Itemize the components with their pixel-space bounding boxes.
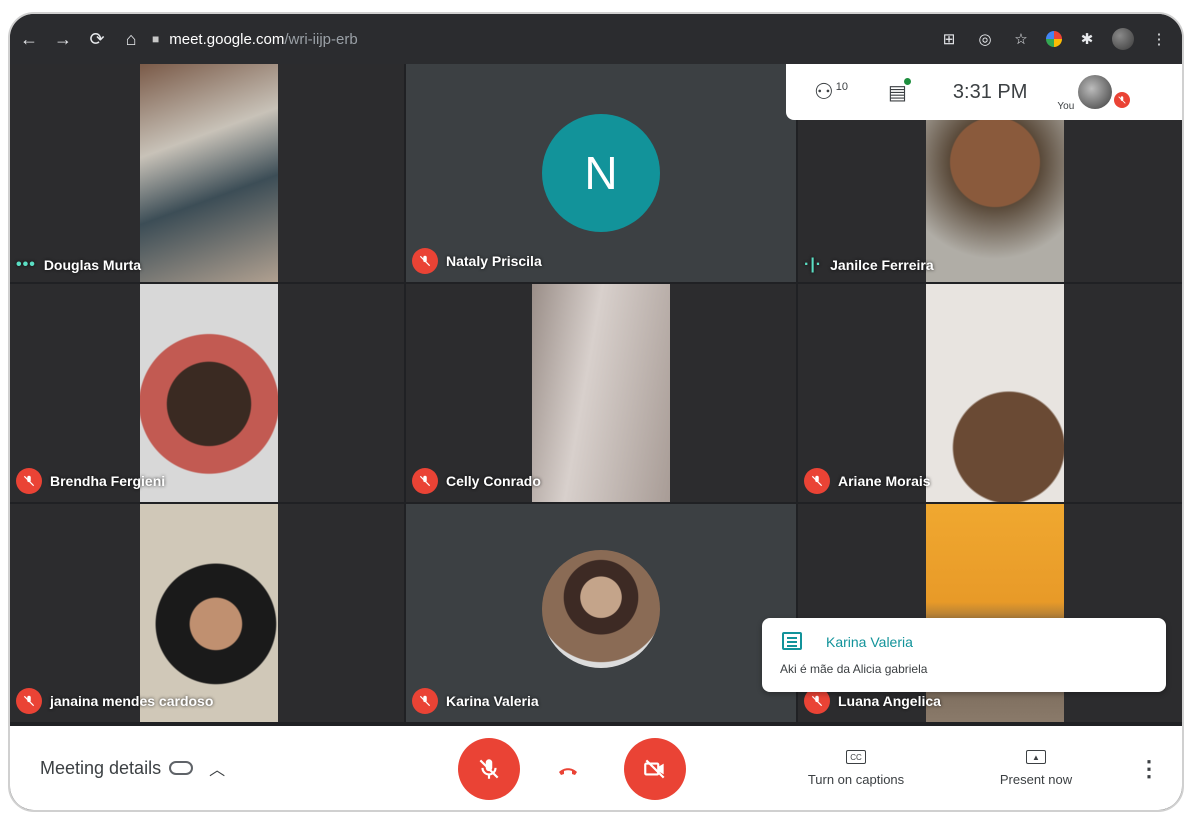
url-host: meet.google.com	[169, 30, 285, 48]
meeting-info-panel: ⚇ 10 ▤ 3:31 PM You	[786, 64, 1182, 120]
mic-off-icon	[412, 468, 438, 494]
participant-name: janaina mendes cardoso	[50, 693, 214, 709]
participant-tile[interactable]: Celly Conrado	[406, 284, 796, 502]
participant-name: Nataly Priscila	[446, 253, 542, 269]
participant-name: Ariane Morais	[838, 473, 931, 489]
mic-toggle-button[interactable]	[458, 738, 520, 800]
participant-name: Janilce Ferreira	[830, 257, 934, 273]
participants-button[interactable]: ⚇ 10	[814, 79, 848, 105]
meeting-details-label: Meeting details	[40, 757, 162, 778]
self-label: You	[1057, 101, 1075, 112]
puzzle-icon[interactable]: ✱	[1076, 28, 1098, 50]
meeting-clock: 3:31 PM	[952, 80, 1028, 103]
more-options-icon[interactable]: ⋮	[1138, 756, 1160, 782]
url-path: /wri-iijp-erb	[284, 30, 358, 48]
menu-dots-icon[interactable]: ⋮	[1148, 28, 1170, 50]
chevron-up-icon: ︿	[209, 762, 226, 779]
browser-toolbar: ← → ⟳ ⌂ ■ meet.google.com/wri-iijp-erb ⊞…	[10, 14, 1182, 64]
phone-hangup-icon	[559, 768, 577, 775]
mic-off-icon	[412, 688, 438, 714]
participant-name: Karina Valeria	[446, 693, 539, 709]
present-icon: ▲	[1026, 750, 1046, 764]
speaking-indicator-icon: •••	[16, 256, 36, 273]
present-button[interactable]: ▲ Present now	[966, 750, 1106, 787]
mic-off-icon	[804, 468, 830, 494]
people-icon: ⚇	[814, 79, 834, 104]
unread-dot	[903, 77, 911, 85]
chat-icon: ▤	[887, 81, 907, 104]
participant-video	[926, 284, 1064, 502]
star-icon[interactable]: ☆	[1010, 28, 1032, 50]
present-label: Present now	[999, 772, 1073, 787]
mic-off-icon	[16, 468, 42, 494]
eye-off-icon[interactable]: ◎	[974, 28, 996, 50]
participant-tile[interactable]: N Nataly Priscila	[406, 64, 796, 282]
self-avatar[interactable]	[1078, 75, 1113, 109]
participant-tile[interactable]: Brendha Fergieni	[10, 284, 404, 502]
chat-button[interactable]: ▤	[887, 77, 911, 105]
controls-bar: Meeting details ︿ CC Turn on captions ▲ …	[10, 726, 1182, 810]
captions-icon: CC	[846, 750, 866, 764]
chat-message: Aki é mãe da Alicia gabriela	[780, 662, 928, 676]
participant-count: 10	[835, 81, 848, 93]
mic-off-icon	[16, 688, 42, 714]
captions-button[interactable]: CC Turn on captions	[786, 750, 926, 787]
camera-toggle-button[interactable]	[624, 738, 686, 800]
translate-icon[interactable]: ⊞	[938, 28, 960, 50]
participant-tile[interactable]: Karina Valeria	[406, 504, 796, 722]
camera-off-icon	[644, 759, 665, 779]
mic-off-icon	[479, 759, 499, 779]
meeting-details-button[interactable]: Meeting details ︿	[40, 756, 225, 780]
participant-name: Brendha Fergieni	[50, 473, 166, 489]
meet-window: ← → ⟳ ⌂ ■ meet.google.com/wri-iijp-erb ⊞…	[8, 12, 1184, 812]
self-mic-off-icon	[1114, 92, 1131, 108]
participant-name: Douglas Murta	[43, 257, 142, 273]
participant-avatar: N	[542, 114, 660, 232]
chat-notification[interactable]: Karina Valeria Aki é mãe da Alicia gabri…	[762, 618, 1166, 692]
participant-tile[interactable]: Ariane Morais	[798, 284, 1182, 502]
attachment-icon	[169, 761, 194, 775]
participant-avatar	[542, 550, 660, 668]
participant-tile[interactable]: ••• Douglas Murta	[10, 64, 404, 282]
lock-icon: ■	[152, 32, 160, 46]
extension-color-icon[interactable]	[1046, 31, 1062, 47]
profile-icon[interactable]	[1112, 28, 1134, 50]
participant-name: Celly Conrado	[446, 473, 541, 489]
reload-icon[interactable]: ⟳	[82, 24, 112, 54]
mic-off-icon	[412, 248, 438, 274]
home-icon[interactable]: ⌂	[116, 24, 146, 54]
back-icon[interactable]: ←	[14, 24, 44, 54]
speaking-indicator-icon: ·|·	[804, 256, 823, 273]
participant-name: Luana Angelica	[838, 693, 941, 709]
chat-sender: Karina Valeria	[826, 634, 913, 650]
participant-video	[532, 284, 670, 502]
address-bar[interactable]: ■ meet.google.com/wri-iijp-erb	[152, 24, 912, 54]
chat-message-icon	[782, 632, 802, 650]
leave-call-button[interactable]	[556, 758, 580, 782]
participant-video	[140, 64, 278, 282]
participant-tile[interactable]: janaina mendes cardoso	[10, 504, 404, 722]
forward-icon[interactable]: →	[48, 24, 78, 54]
captions-label: Turn on captions	[807, 772, 905, 787]
